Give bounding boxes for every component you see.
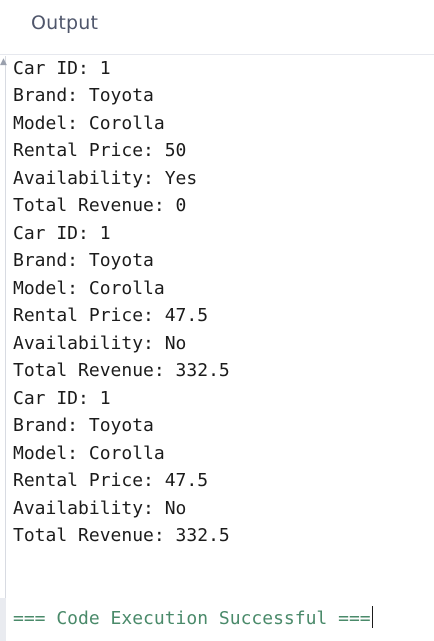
output-panel-title: Output xyxy=(31,12,99,34)
execution-status-line: === Code Execution Successful === xyxy=(13,606,373,631)
output-line: Rental Price: 47.5 xyxy=(13,470,209,491)
output-line: Total Revenue: 332.5 xyxy=(13,360,230,381)
console-output: Car ID: 1 Brand: Toyota Model: Corolla R… xyxy=(13,56,431,641)
output-line: Model: Corolla xyxy=(13,278,165,299)
output-line: Model: Corolla xyxy=(13,113,165,134)
output-line: Brand: Toyota xyxy=(13,85,154,106)
execution-status-text: === Code Execution Successful === xyxy=(13,608,371,629)
output-line: Rental Price: 50 xyxy=(13,140,187,161)
output-line: Car ID: 1 xyxy=(13,388,111,409)
output-line: Availability: No xyxy=(13,333,187,354)
output-line: Availability: Yes xyxy=(13,168,198,189)
output-line: Availability: No xyxy=(13,498,187,519)
scrollbar-thumb[interactable] xyxy=(0,598,6,641)
output-line: Car ID: 1 xyxy=(13,58,111,79)
output-line: Total Revenue: 0 xyxy=(13,195,187,216)
output-scrollbar[interactable] xyxy=(0,56,6,641)
output-line: Rental Price: 47.5 xyxy=(13,305,209,326)
scroll-up-caret-icon[interactable]: ▲ xyxy=(0,58,7,67)
output-line: Model: Corolla xyxy=(13,443,165,464)
text-cursor xyxy=(371,606,373,628)
output-line: Total Revenue: 332.5 xyxy=(13,525,230,546)
output-line: Brand: Toyota xyxy=(13,250,154,271)
output-line: Car ID: 1 xyxy=(13,223,111,244)
output-panel-header: Output xyxy=(0,0,434,55)
output-line: Brand: Toyota xyxy=(13,415,154,436)
